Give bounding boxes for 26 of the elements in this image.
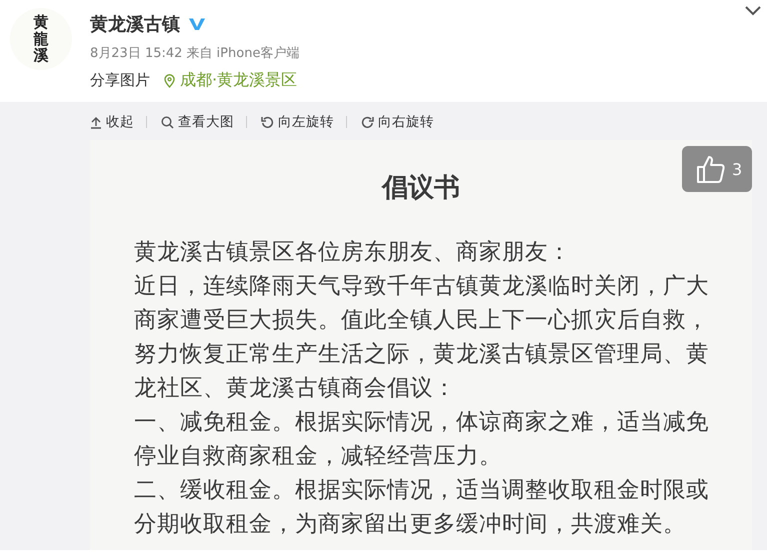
search-icon	[161, 116, 174, 128]
toolbar-button[interactable]: 收起	[88, 113, 146, 131]
document-line: 一、减免租金。根据实际情况，体谅商家之难，适当减免	[134, 408, 709, 437]
document-line: 黄龙溪古镇景区各位房东朋友、商家朋友：	[134, 238, 572, 267]
toolbar-button[interactable]: 查看大图	[159, 113, 246, 131]
document-line: 停业自救商家租金，减轻经营压力。	[134, 442, 503, 471]
avatar[interactable]: 黄龍溪	[10, 8, 72, 70]
post-source: 来自 iPhone客户端	[186, 45, 300, 62]
document-title: 倡议书	[382, 172, 460, 205]
document-line: 龙社区、黄龙溪古镇商会倡议：	[134, 374, 457, 403]
location-pin-icon	[164, 74, 175, 88]
post-text: 分享图片	[90, 71, 150, 90]
document-line: 分期收取租金，为商家留出更多缓冲时间，共渡难关。	[134, 510, 687, 539]
toolbar-button[interactable]: 向右旋转	[359, 113, 446, 131]
rotate-right-icon	[361, 116, 374, 128]
document-line: 商家遭受巨大损失。值此全镇人民上下一心抓灾后自救，	[134, 306, 709, 335]
toolbar-button[interactable]: 向左旋转	[259, 113, 346, 131]
rotate-left-icon	[261, 116, 274, 128]
document-line: 努力恢复正常生产生活之际，黄龙溪古镇景区管理局、黄	[134, 340, 709, 369]
document-line: 近日，连续降雨天气导致千年古镇黄龙溪临时关闭，广大	[134, 272, 709, 301]
upload-icon	[90, 116, 102, 128]
thumbs-up-icon	[696, 154, 726, 184]
post-time[interactable]: 8月23日 15:42	[90, 44, 182, 62]
author-name[interactable]: 黄龙溪古镇	[90, 12, 180, 36]
document-line: 二、缓收租金。根据实际情况，适当调整收取租金时限或	[134, 476, 709, 505]
chevron-down-icon[interactable]	[745, 6, 761, 16]
